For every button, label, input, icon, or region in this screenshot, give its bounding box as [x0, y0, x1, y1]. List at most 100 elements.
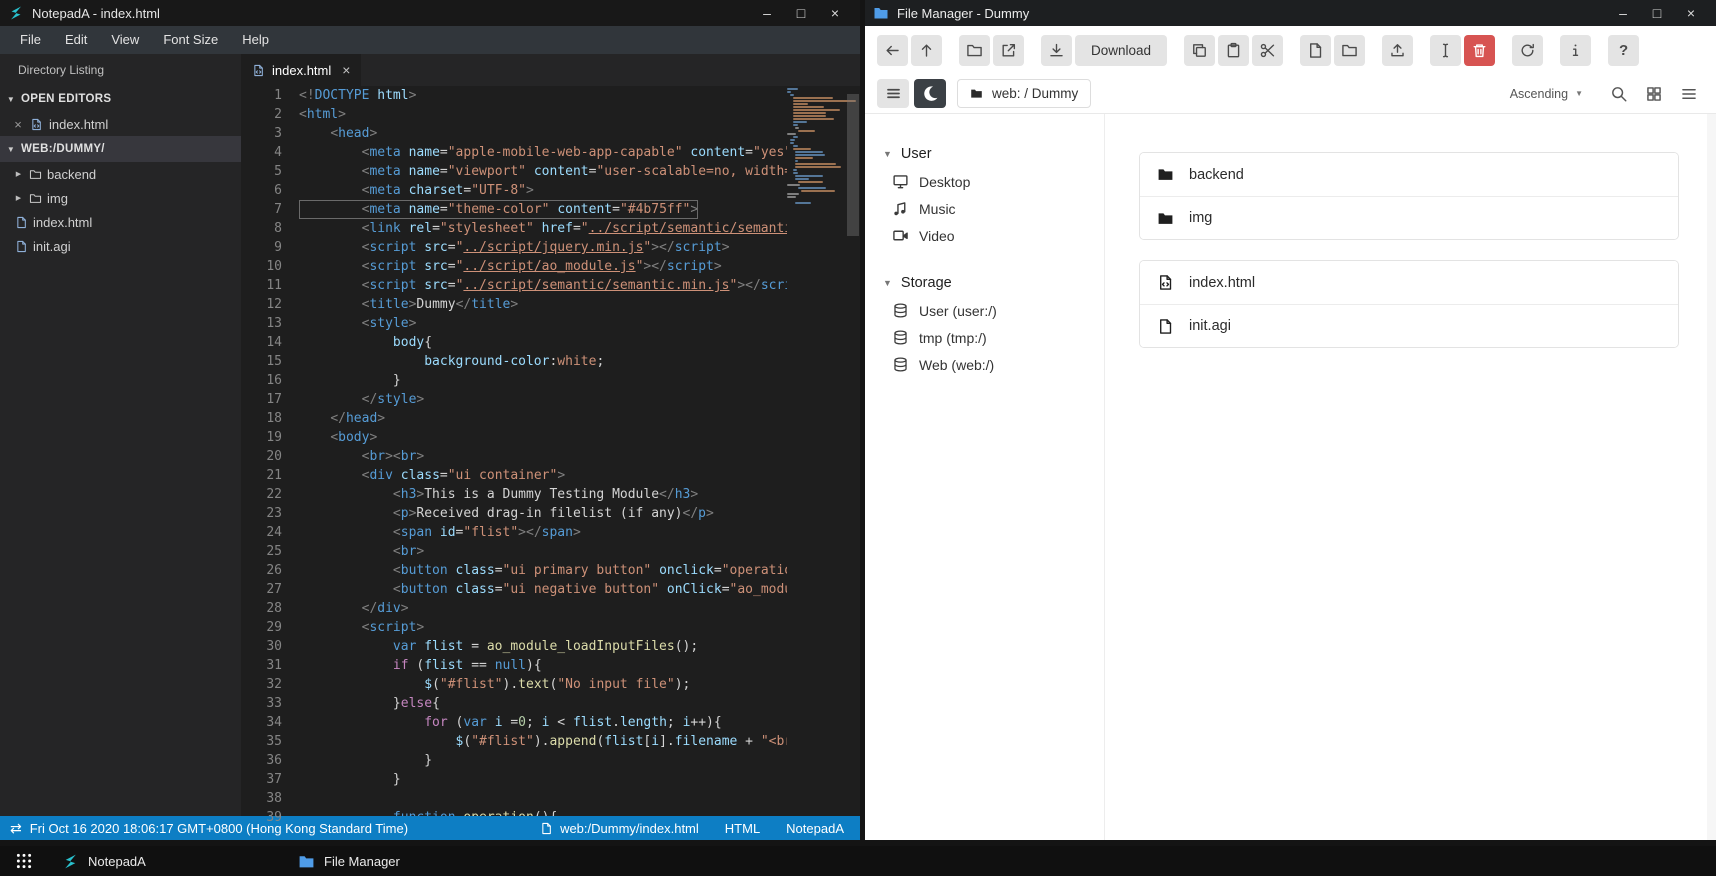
nav-item-music[interactable]: Music — [883, 195, 1104, 222]
rename-button[interactable] — [1430, 34, 1462, 66]
taskbar-item-notepada[interactable]: NotepadA — [48, 846, 284, 876]
menu-button[interactable] — [877, 79, 909, 108]
open-editor-item[interactable]: × index.html — [0, 112, 241, 136]
sort-dropdown[interactable]: Ascending ▼ — [1510, 87, 1583, 101]
minimap-line — [792, 172, 799, 174]
new-file-button[interactable] — [1300, 34, 1332, 66]
file-row-backend[interactable]: backend — [1140, 153, 1678, 196]
statusbar-app[interactable]: NotepadA — [786, 821, 844, 836]
line-number: 13 — [266, 316, 282, 331]
minimap[interactable] — [787, 88, 856, 205]
help-button[interactable]: ? — [1608, 34, 1640, 66]
drive-icon — [892, 329, 909, 346]
app-launcher-button[interactable] — [0, 846, 48, 876]
nav-item-web[interactable]: Web (web:/) — [883, 351, 1104, 378]
close-button[interactable]: × — [1674, 0, 1708, 26]
minimize-button[interactable]: – — [750, 0, 784, 26]
chevron-down-icon: ▼ — [6, 94, 16, 104]
line-number: 27 — [266, 582, 282, 597]
nav-section-label: Storage — [900, 275, 952, 291]
file-manager-scrollbar[interactable] — [1707, 114, 1716, 840]
open-editors-section[interactable]: ▼ OPEN EDITORS — [0, 86, 241, 112]
cut-button[interactable] — [1252, 34, 1284, 66]
file-icon — [15, 216, 28, 229]
list-view-button[interactable] — [1674, 79, 1704, 109]
back-button[interactable] — [877, 34, 908, 66]
up-button[interactable] — [911, 34, 942, 66]
darkmode-toggle[interactable] — [914, 79, 946, 108]
grid-view-button[interactable] — [1639, 79, 1669, 109]
close-button[interactable]: × — [818, 0, 852, 26]
file-icon — [540, 822, 553, 835]
open-folder-button[interactable] — [959, 34, 990, 66]
search-button[interactable] — [1604, 79, 1634, 109]
nav-item-desktop[interactable]: Desktop — [883, 168, 1104, 195]
new-folder-button[interactable] — [1334, 34, 1366, 66]
minimize-button[interactable]: – — [1606, 0, 1640, 26]
menu-file[interactable]: File — [8, 26, 53, 54]
workspace-label: WEB:/DUMMY/ — [21, 143, 105, 155]
delete-button[interactable] — [1464, 34, 1496, 66]
code-line: <head> — [299, 124, 787, 143]
nav-item-tmp[interactable]: tmp (tmp:/) — [883, 324, 1104, 351]
maximize-button[interactable]: □ — [1640, 0, 1674, 26]
code-line-text: <h3>This is a Dummy Testing Module</h3> — [392, 487, 699, 502]
statusbar-file[interactable]: web:/Dummy/index.html — [540, 821, 699, 836]
editor-titlebar[interactable]: NotepadA - index.html – □ × — [0, 0, 860, 26]
code-line: <meta charset="UTF-8"> — [299, 181, 787, 200]
code-line-text: <span id="flist"></span> — [392, 525, 581, 540]
minimap-line — [792, 169, 797, 171]
close-icon[interactable]: × — [12, 117, 24, 132]
open-new-window-button[interactable] — [993, 34, 1024, 66]
info-button[interactable] — [1560, 34, 1592, 66]
code-line: <button class="ui primary button" onclic… — [299, 561, 787, 580]
file-manager-titlebar[interactable]: File Manager - Dummy – □ × — [865, 0, 1716, 26]
sync-icon[interactable]: ⇄ — [10, 820, 22, 837]
nav-item-video[interactable]: Video — [883, 222, 1104, 249]
desktop-icon — [892, 173, 909, 190]
code-editor[interactable]: 1 2 3 4 5 6 7 8 9 10 11 12 13 14 15 16 17 18 19 20 21 22 23 24 2… — [241, 86, 860, 825]
workspace-section[interactable]: ▼ WEB:/DUMMY/ — [0, 136, 241, 162]
nav-header-user[interactable]: ▼ User — [883, 140, 1104, 168]
download-icon-button[interactable] — [1041, 34, 1072, 66]
line-number: 36 — [266, 753, 282, 768]
tree-item-index.html[interactable]: index.html — [0, 210, 241, 234]
refresh-button[interactable] — [1512, 34, 1544, 66]
editor-scrollbar[interactable] — [846, 86, 860, 816]
file-row-init.agi[interactable]: init.agi — [1140, 304, 1678, 347]
line-number: 21 — [266, 468, 282, 483]
file-row-index.html[interactable]: index.html — [1140, 261, 1678, 304]
nav-header-storage[interactable]: ▼ Storage — [883, 269, 1104, 297]
nav-item-user[interactable]: User (user:/) — [883, 297, 1104, 324]
code-content[interactable]: <!DOCTYPE html> <html> <head> <meta name=… — [299, 86, 787, 816]
tree-item-img[interactable]: ▶ img — [0, 186, 241, 210]
download-button[interactable]: Download — [1075, 34, 1168, 66]
tree-item-init.agi[interactable]: init.agi — [0, 234, 241, 258]
line-number: 16 — [266, 373, 282, 388]
minimap-line — [792, 97, 833, 99]
upload-button[interactable] — [1382, 34, 1414, 66]
code-line-text: <style> — [361, 316, 417, 331]
file-row-img[interactable]: img — [1140, 196, 1678, 239]
statusbar-language[interactable]: HTML — [725, 821, 760, 836]
scrollbar-thumb[interactable] — [847, 94, 859, 236]
minimap-line — [795, 160, 799, 162]
code-line-text: <br><br> — [361, 449, 425, 464]
menu-font-size[interactable]: Font Size — [151, 26, 230, 54]
path-bar[interactable]: web: / Dummy — [957, 79, 1092, 108]
close-icon[interactable]: × — [342, 62, 350, 78]
menu-help[interactable]: Help — [230, 26, 281, 54]
paste-button[interactable] — [1218, 34, 1250, 66]
menu-view[interactable]: View — [99, 26, 151, 54]
tree-item-backend[interactable]: ▶ backend — [0, 162, 241, 186]
code-line: <html> — [299, 105, 787, 124]
tab-index-html[interactable]: index.html × — [241, 54, 362, 86]
maximize-button[interactable]: □ — [784, 0, 818, 26]
code-line-text: <script src="../script/semantic/semantic… — [361, 278, 787, 293]
menu-edit[interactable]: Edit — [53, 26, 99, 54]
taskbar-item-file-manager[interactable]: File Manager — [284, 846, 520, 876]
folder-icon — [29, 192, 42, 205]
minimap-line — [787, 184, 800, 186]
copy-button[interactable] — [1184, 34, 1216, 66]
file-manager-window-title: File Manager - Dummy — [897, 5, 1030, 21]
